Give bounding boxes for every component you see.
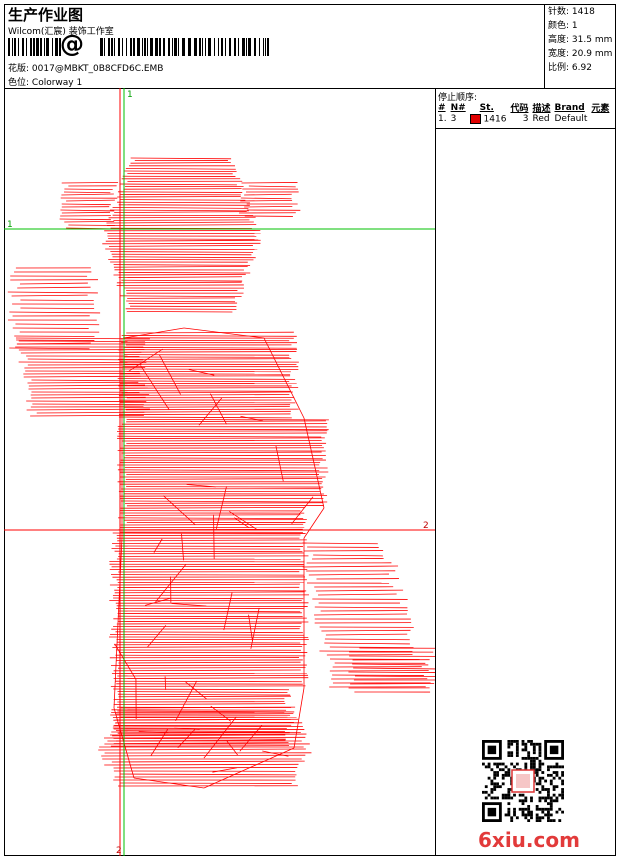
col-num: #: [438, 102, 446, 113]
col-desc: 描述: [532, 104, 551, 114]
col-brand: Brand: [554, 102, 585, 113]
row-n: 3: [450, 114, 457, 125]
qr-code: [482, 740, 564, 822]
guide-label-v1: 1: [127, 90, 133, 100]
table-header-row: # N# St. 代码 描述 Brand 元素: [438, 101, 613, 115]
row-code: 3: [522, 114, 529, 125]
table-bottom-rule: [435, 128, 616, 129]
stat-colors: 颜色: 1: [548, 21, 578, 31]
row-num: 1.: [438, 114, 447, 125]
row-brand: Default: [554, 114, 588, 125]
colorway-label: 色位:: [8, 78, 30, 88]
stat-scale: 比例: 6.92: [548, 63, 592, 73]
barcode-at-symbol: @: [60, 30, 84, 58]
panel-divider: [435, 88, 436, 856]
col-n: N#: [450, 102, 466, 113]
col-element: 元素: [591, 104, 610, 114]
design-canvas: 1 2 1 2: [4, 88, 435, 856]
col-code: 代码: [510, 104, 529, 114]
design-line: 花版: 0017@MBKT_0B8CFD6C.EMB: [8, 61, 163, 74]
guide-label-h1: 1: [7, 220, 13, 230]
stat-width: 宽度: 20.9 mm: [548, 49, 613, 59]
barcode-right: [100, 38, 269, 56]
col-st: St.: [479, 102, 494, 113]
design-label: 花版:: [8, 64, 30, 74]
guide-label-h2: 2: [423, 521, 429, 531]
embroidery-stitches: [7, 157, 435, 789]
row-element: [591, 114, 613, 125]
stop-sequence-table: # N# St. 代码 描述 Brand 元素 1. 3 1416 3 Red …: [438, 101, 613, 125]
stats-divider: [544, 4, 545, 88]
stat-stitches: 针数: 1418: [548, 7, 595, 17]
color-swatch: [469, 114, 481, 124]
design-value: 0017@MBKT_0B8CFD6C.EMB: [31, 64, 164, 74]
stats-block: 针数: 1418 颜色: 1 高度: 31.5 mm 宽度: 20.9 mm 比…: [548, 5, 612, 75]
colorway-line: 色位: Colorway 1: [8, 75, 82, 88]
row-desc: Red: [532, 114, 550, 125]
table-row: 1. 3 1416 3 Red Default: [438, 114, 613, 125]
row-stitches: 1416: [469, 114, 511, 125]
colorway-value: Colorway 1: [31, 78, 83, 88]
guide-label-v2: 2: [116, 846, 122, 856]
page-title: 生产作业图: [8, 6, 84, 24]
watermark-logo: 6xiu.com: [478, 828, 580, 852]
stat-height: 高度: 31.5 mm: [548, 35, 613, 45]
